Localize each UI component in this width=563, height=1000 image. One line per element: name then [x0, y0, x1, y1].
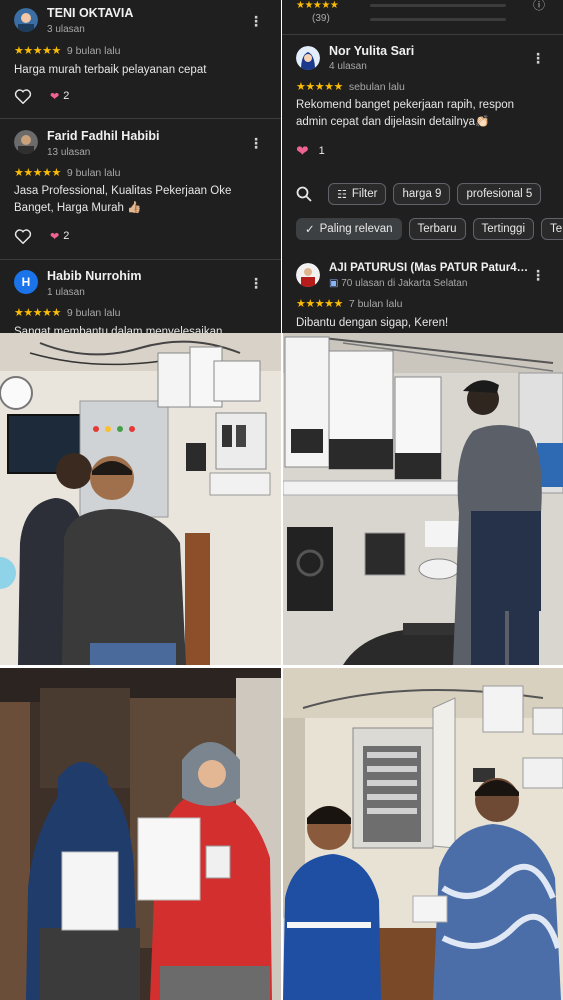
reviewer-name[interactable]: Habib Nurrohim [47, 269, 141, 283]
reviewer-avatar[interactable] [296, 46, 320, 70]
reviewer-name[interactable]: Farid Fadhil Habibi [47, 129, 160, 143]
reviewer-avatar[interactable] [14, 8, 38, 32]
divider [282, 34, 563, 35]
heart-reaction-icon: ❤ [50, 230, 60, 243]
review-time: sebulan lalu [348, 81, 405, 93]
like-count: 2 [63, 230, 70, 242]
rating-summary: ★★★★★ (39) [296, 0, 344, 24]
review-count: 3 ulasan [47, 24, 85, 35]
sort-chip-highest[interactable]: Tertinggi [472, 218, 534, 240]
reviewer-avatar[interactable]: H [14, 270, 38, 294]
sort-chip-lowest[interactable]: Te [541, 218, 563, 240]
review-time: 9 bulan lalu [66, 307, 121, 319]
review-count: 1 ulasan [47, 287, 85, 298]
rating-bar [370, 4, 506, 7]
more-options-icon[interactable]: ⋮ [249, 136, 263, 150]
reviewer-name[interactable]: TENI OKTAVIA [47, 6, 133, 20]
sort-chip-relevant[interactable]: ✓ Paling relevan [296, 218, 402, 240]
topic-chip-harga[interactable]: harga 9 [393, 183, 451, 205]
summary-stars: ★★★★★ [296, 0, 339, 11]
like-heart-icon[interactable] [14, 88, 32, 104]
reviewer-avatar[interactable] [296, 263, 320, 287]
chip-label: Paling relevan [319, 223, 393, 235]
info-icon[interactable]: ⓘ [533, 0, 545, 13]
like-count: 1 [318, 145, 325, 157]
star-rating: ★★★★★ [14, 167, 61, 179]
review-text: Dibantu dengan sigap, Keren! [296, 317, 449, 329]
more-options-icon[interactable]: ⋮ [531, 268, 545, 282]
review-text: Sangat membantu dalam menyelesaikan [14, 326, 223, 333]
reviews-panel-left: TENI OKTAVIA 3 ulasan ⋮ ★★★★★ 9 bulan lal… [0, 0, 281, 333]
review-text: Harga murah terbaik pelayanan cepat [14, 64, 207, 76]
star-rating: ★★★★★ [14, 45, 61, 57]
review-card: Nor Yulita Sari 4 ulasan ⋮ ★★★★★ sebulan … [282, 42, 563, 172]
like-heart-icon[interactable] [14, 228, 32, 244]
review-text: Rekomend banget pekerjaan rapih, respon … [296, 99, 515, 128]
summary-count: (39) [312, 13, 330, 24]
chip-label: harga 9 [402, 188, 442, 200]
divider [0, 259, 281, 260]
photo-panel-inspection [0, 333, 281, 665]
photo-handover-documents [0, 668, 281, 1000]
rating-bar [370, 18, 506, 21]
review-card: TENI OKTAVIA 3 ulasan ⋮ ★★★★★ 9 bulan lal… [0, 0, 281, 114]
heart-reaction-icon: ❤ [50, 90, 60, 103]
reviews-panel-right: ★★★★★ (39) ⓘ Nor Yulita Sari 4 ulasan ⋮ … [282, 0, 563, 333]
chip-label: Filter [351, 188, 378, 200]
chip-label: Terbaru [417, 223, 457, 235]
review-card: Farid Fadhil Habibi 13 ulasan ⋮ ★★★★★ 9 b… [0, 128, 281, 258]
check-icon: ✓ [305, 224, 315, 236]
review-text: Jasa Professional, Kualitas Pekerjaan Ok… [14, 185, 232, 214]
review-count: 4 ulasan [329, 61, 367, 72]
chip-label: Te [550, 223, 563, 235]
star-rating: ★★★★★ [14, 307, 61, 319]
topic-chip-profesional[interactable]: profesional 5 [457, 183, 542, 205]
reviewer-avatar[interactable] [14, 130, 38, 154]
sort-chip-newest[interactable]: Terbaru [408, 218, 466, 240]
review-card: H Habib Nurrohim 1 ulasan ⋮ ★★★★★ 9 bulan… [0, 268, 281, 333]
review-count: 13 ulasan [47, 147, 91, 158]
review-time: 9 bulan lalu [66, 167, 121, 179]
local-guide-icon: ▣ [329, 278, 342, 289]
filter-sliders-icon: ☷ [337, 188, 347, 201]
more-options-icon[interactable]: ⋮ [249, 276, 263, 290]
star-rating: ★★★★★ [296, 298, 343, 310]
more-options-icon[interactable]: ⋮ [531, 51, 545, 65]
like-count: 2 [63, 90, 70, 102]
liked-heart-icon[interactable]: ❤ [296, 142, 309, 160]
chip-label: profesional 5 [466, 188, 533, 200]
reviewer-name[interactable]: AJI PATURUSI (Mas PATUR Patur4… [329, 262, 528, 274]
review-time: 9 bulan lalu [66, 45, 121, 57]
photo-inverter-installation [283, 333, 563, 665]
collage-divider [281, 333, 283, 1000]
review-time: 7 bulan lalu [348, 298, 403, 310]
divider [0, 118, 281, 119]
photo-panel-repair [283, 668, 563, 1000]
reviewer-name[interactable]: Nor Yulita Sari [329, 44, 414, 58]
chip-label: Tertinggi [481, 223, 525, 235]
review-card: AJI PATURUSI (Mas PATUR Patur4… ▣ 70 ula… [282, 262, 563, 333]
search-icon[interactable] [296, 186, 312, 202]
review-count: 70 ulasan di Jakarta Selatan [341, 278, 468, 289]
more-options-icon[interactable]: ⋮ [249, 14, 263, 28]
star-rating: ★★★★★ [296, 81, 343, 93]
filter-chip[interactable]: ☷ Filter [328, 183, 387, 205]
